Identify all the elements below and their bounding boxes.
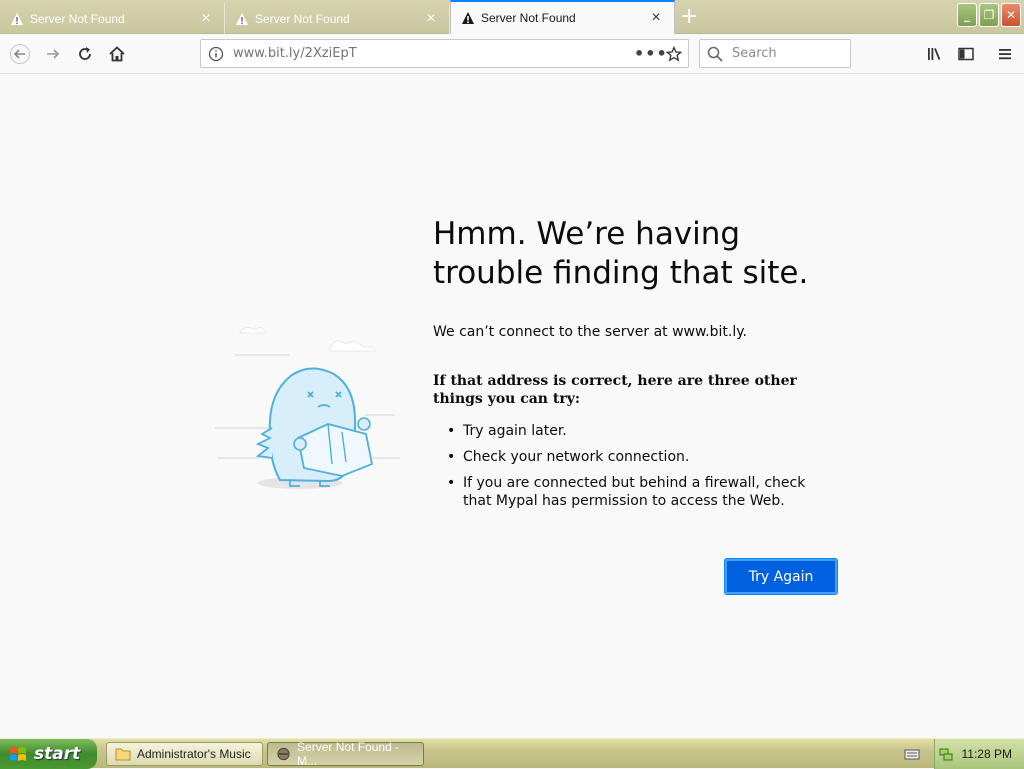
tab-3-active[interactable]: Server Not Found × — [450, 0, 675, 34]
start-label: start — [34, 744, 81, 764]
sidebar-icon — [958, 47, 974, 61]
close-icon[interactable]: × — [423, 10, 439, 27]
windows-flag-icon — [10, 747, 26, 761]
navigation-toolbar: ••• — [0, 34, 1024, 74]
taskbar-item-label: Server Not Found - M... — [297, 740, 400, 768]
folder-icon — [115, 748, 131, 761]
sidebar-button[interactable] — [954, 42, 978, 66]
list-item: Check your network connection. — [433, 448, 833, 466]
window-controls: _ ❐ ✕ — [957, 3, 1021, 27]
home-icon — [109, 46, 125, 62]
search-input[interactable] — [730, 40, 850, 67]
url-bar[interactable]: ••• — [200, 39, 689, 68]
search-icon — [700, 46, 730, 62]
library-icon — [928, 48, 941, 60]
home-button[interactable] — [105, 42, 129, 66]
system-tray: 11:28 PM — [934, 739, 1024, 769]
network-icon[interactable] — [938, 746, 954, 762]
tab-label: Server Not Found — [481, 11, 576, 25]
try-again-button[interactable]: Try Again — [725, 559, 837, 594]
page-actions-icon[interactable]: ••• — [634, 44, 667, 63]
taskbar: start Administrator's Music Server Not F… — [0, 738, 1024, 769]
maximize-button[interactable]: ❐ — [979, 3, 999, 27]
forward-button[interactable] — [41, 42, 65, 66]
suggestions-heading: If that address is correct, here are thr… — [433, 373, 797, 407]
tab-strip: Server Not Found × Server Not Found × Se… — [0, 0, 1024, 34]
warning-icon — [236, 12, 248, 25]
browser-app-icon — [277, 747, 290, 761]
library-button[interactable] — [922, 42, 946, 66]
reload-button[interactable] — [73, 42, 97, 66]
list-item: If you are connected but behind a firewa… — [433, 474, 833, 510]
tab-label: Server Not Found — [30, 11, 125, 26]
bookmark-star-icon[interactable] — [660, 45, 688, 62]
minimize-button[interactable]: _ — [957, 3, 977, 27]
error-description: We can’t connect to the server at www.bi… — [433, 324, 747, 340]
keyboard-icon[interactable] — [904, 746, 920, 762]
taskbar-item-label: Administrator's Music — [137, 747, 251, 761]
taskbar-item-music[interactable]: Administrator's Music — [106, 742, 263, 766]
tab-1[interactable]: Server Not Found × — [0, 3, 225, 34]
url-input[interactable] — [231, 40, 634, 67]
arrow-right-icon — [47, 49, 60, 59]
page-content: Hmm. We’re having trouble finding that s… — [0, 75, 1024, 738]
list-item: Try again later. — [433, 422, 833, 440]
sad-dinosaur-illustration — [215, 326, 400, 489]
clock[interactable]: 11:28 PM — [962, 747, 1012, 761]
start-button[interactable]: start — [0, 739, 97, 769]
close-icon[interactable]: × — [198, 10, 214, 27]
tab-label: Server Not Found — [255, 11, 350, 26]
menu-button[interactable] — [993, 42, 1017, 66]
reload-icon — [79, 47, 91, 60]
tab-2[interactable]: Server Not Found × — [225, 3, 450, 34]
taskbar-item-browser[interactable]: Server Not Found - M... — [267, 740, 424, 768]
close-icon[interactable]: × — [648, 10, 664, 26]
warning-icon — [462, 12, 474, 24]
arrow-left-icon — [10, 44, 30, 64]
hamburger-menu-icon — [999, 49, 1011, 60]
suggestions-list: Try again later. Check your network conn… — [433, 422, 833, 518]
search-bar[interactable] — [699, 39, 851, 68]
info-icon[interactable] — [201, 46, 231, 62]
close-window-button[interactable]: ✕ — [1001, 3, 1021, 27]
back-button[interactable] — [8, 42, 32, 66]
error-title: Hmm. We’re having trouble finding that s… — [433, 216, 809, 291]
warning-icon — [11, 12, 23, 25]
new-tab-button[interactable]: + — [680, 6, 698, 28]
